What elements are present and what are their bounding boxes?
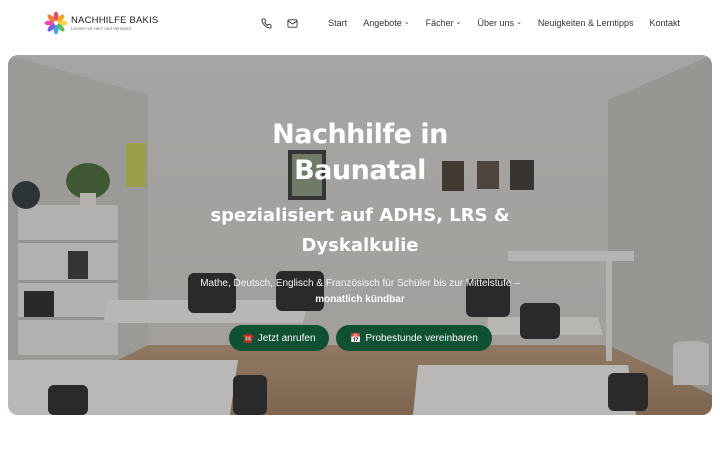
- logo-icon: [44, 11, 68, 35]
- nav-faecher[interactable]: Fächer ⌄: [426, 18, 462, 28]
- chevron-down-icon: ⌄: [516, 19, 522, 26]
- logo-text: NACHHILFE BAKIS Lernen mit Herz und Vers…: [71, 15, 158, 32]
- hero-description: Mathe, Deutsch, Englisch & Französisch f…: [198, 276, 522, 307]
- book-trial-lesson-button[interactable]: 📅 Probestunde vereinbaren: [336, 325, 492, 351]
- brand-tagline: Lernen mit Herz und Verstand: [71, 25, 131, 31]
- hero-section: Nachhilfe in Baunatal spezialisiert auf …: [8, 55, 712, 415]
- nav-faecher-label: Fächer: [425, 18, 454, 28]
- site-header: NACHHILFE BAKIS Lernen mit Herz und Vers…: [0, 0, 720, 48]
- hero-description-text: Mathe, Deutsch, Englisch & Französisch f…: [200, 278, 520, 289]
- hero-content: Nachhilfe in Baunatal spezialisiert auf …: [8, 55, 712, 415]
- nav-kontakt-label: Kontakt: [649, 18, 680, 28]
- chevron-down-icon: ⌄: [455, 19, 462, 26]
- nav-ueber-uns-label: Über uns: [477, 18, 515, 28]
- brand-name: NACHHILFE BAKIS: [71, 14, 159, 26]
- main-nav: Start Angebote ⌄ Fächer ⌄ Über uns ⌄ Neuigk…: [260, 17, 680, 29]
- call-now-button[interactable]: ☎️ Jetzt anrufen: [229, 325, 329, 351]
- book-trial-lesson-label: Probestunde vereinbaren: [365, 332, 478, 344]
- nav-kontakt[interactable]: Kontakt: [649, 18, 680, 28]
- nav-neuigkeiten-label: Neuigkeiten & Lerntipps: [537, 18, 634, 28]
- phone-icon: ☎️: [242, 332, 254, 343]
- nav-ueber-uns[interactable]: Über uns ⌄: [478, 18, 522, 28]
- phone-icon[interactable]: [260, 17, 272, 29]
- nav-start-label: Start: [328, 18, 348, 28]
- nav-start[interactable]: Start: [328, 18, 347, 28]
- hero-subtitle: spezialisiert auf ADHS, LRS & Dyskalkuli…: [210, 205, 510, 256]
- nav-neuigkeiten[interactable]: Neuigkeiten & Lerntipps: [538, 18, 634, 28]
- hero-title: Nachhilfe in Baunatal: [272, 119, 448, 186]
- nav-angebote-label: Angebote: [363, 18, 402, 28]
- chevron-down-icon: ⌄: [403, 19, 410, 26]
- hero-description-bold: monatlich kündbar: [315, 293, 405, 305]
- calendar-icon: 📅: [350, 332, 362, 343]
- nav-angebote[interactable]: Angebote ⌄: [363, 18, 409, 28]
- logo[interactable]: NACHHILFE BAKIS Lernen mit Herz und Vers…: [44, 11, 158, 35]
- page: NACHHILFE BAKIS Lernen mit Herz und Vers…: [0, 0, 720, 450]
- mail-icon[interactable]: [286, 17, 298, 29]
- call-now-label: Jetzt anrufen: [257, 332, 316, 344]
